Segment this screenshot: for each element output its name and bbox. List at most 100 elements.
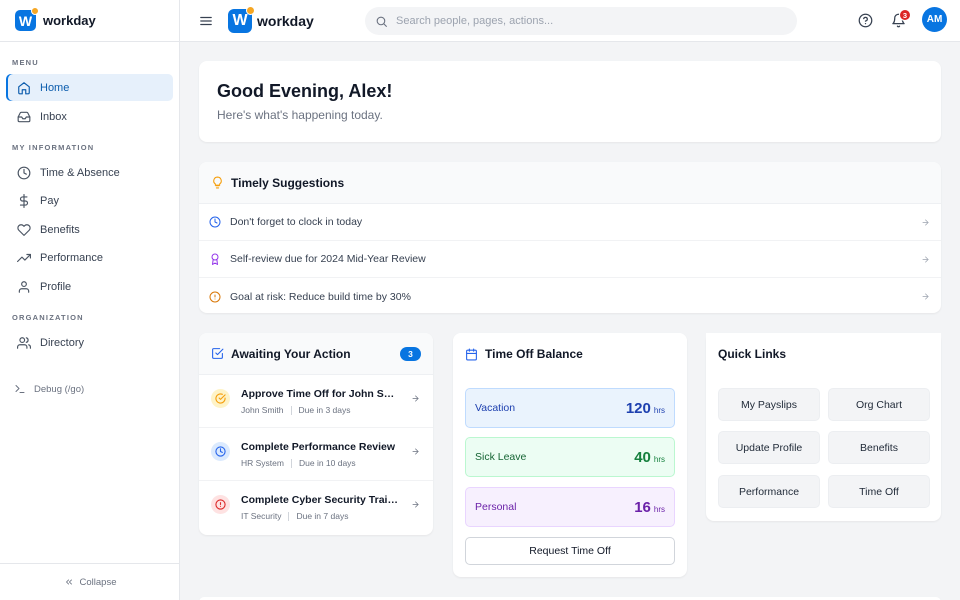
logo-letter: W bbox=[232, 12, 248, 29]
balance-value: 16 hrs bbox=[634, 499, 665, 516]
task-source: IT Security bbox=[241, 511, 282, 521]
balance-number: 40 bbox=[634, 449, 651, 466]
menu-icon[interactable] bbox=[199, 14, 213, 28]
balance-personal: Personal 16 hrs bbox=[465, 487, 675, 527]
suggestions-header: Timely Suggestions bbox=[199, 162, 941, 204]
clock-icon bbox=[17, 166, 31, 179]
inbox-icon bbox=[17, 111, 31, 122]
heart-icon bbox=[17, 223, 31, 236]
balance-number: 16 bbox=[634, 499, 651, 516]
user-icon bbox=[18, 280, 30, 293]
suggestion-item[interactable]: Don't forget to clock in today bbox=[199, 204, 941, 241]
task-item[interactable]: Complete Cyber Security Training IT Secu… bbox=[199, 481, 433, 534]
task-title: Complete Cyber Security Training bbox=[241, 494, 399, 506]
collapse-button[interactable]: Collapse bbox=[0, 563, 180, 600]
quick-link-my-payslips[interactable]: My Payslips bbox=[718, 388, 820, 421]
calendar-icon bbox=[466, 348, 477, 360]
welcome-card: Good Evening, Alex! Here's what's happen… bbox=[199, 61, 941, 142]
sidebar-item-benefits[interactable]: Benefits bbox=[6, 216, 173, 243]
dollar-icon bbox=[19, 193, 29, 208]
sidebar-item-performance[interactable]: Performance bbox=[6, 244, 173, 271]
section-menu: MENU bbox=[12, 58, 39, 67]
task-meta: IT Security Due in 7 days bbox=[241, 511, 348, 521]
quick-link-org-chart[interactable]: Org Chart bbox=[828, 388, 930, 421]
task-due: Due in 7 days bbox=[296, 511, 349, 521]
task-source: John Smith bbox=[241, 405, 284, 415]
search-input[interactable] bbox=[396, 15, 776, 27]
quick-link-update-profile[interactable]: Update Profile bbox=[718, 431, 820, 464]
sidebar-item-home[interactable]: Home bbox=[6, 74, 173, 101]
brand-name: workday bbox=[43, 13, 96, 28]
awaiting-header: Awaiting Your Action 3 bbox=[199, 333, 433, 375]
sidebar-item-directory[interactable]: Directory bbox=[6, 329, 173, 356]
sidebar-item-inbox[interactable]: Inbox bbox=[6, 103, 173, 130]
suggestion-text: Goal at risk: Reduce build time by 30% bbox=[230, 290, 411, 303]
balance-value: 120 hrs bbox=[626, 400, 665, 417]
help-icon[interactable] bbox=[858, 13, 873, 28]
quick-links-title: Quick Links bbox=[718, 347, 787, 361]
request-time-off-button[interactable]: Request Time Off bbox=[465, 537, 675, 565]
balance-label: Sick Leave bbox=[475, 451, 527, 463]
trending-up-icon bbox=[17, 253, 31, 262]
quick-link-time-off[interactable]: Time Off bbox=[828, 475, 930, 508]
sidebar-item-label: Profile bbox=[40, 280, 72, 293]
alert-circle-icon bbox=[215, 499, 226, 510]
workday-logo-icon: W bbox=[15, 7, 39, 31]
section-organization: ORGANIZATION bbox=[12, 313, 84, 322]
greeting: Good Evening, Alex! bbox=[217, 81, 393, 101]
awaiting-count-badge: 3 bbox=[400, 347, 421, 361]
clock-icon bbox=[209, 216, 221, 228]
task-due: Due in 3 days bbox=[298, 405, 351, 415]
sidebar-item-pay[interactable]: Pay bbox=[6, 187, 173, 214]
balance-label: Vacation bbox=[475, 402, 516, 414]
quick-link-performance[interactable]: Performance bbox=[718, 475, 820, 508]
task-meta: John Smith Due in 3 days bbox=[241, 405, 351, 415]
suggestion-text: Self-review due for 2024 Mid-Year Review bbox=[230, 253, 426, 265]
brand-name[interactable]: workday bbox=[257, 13, 314, 29]
arrow-right-icon bbox=[922, 293, 929, 300]
suggestion-item[interactable]: Goal at risk: Reduce build time by 30% bbox=[199, 278, 941, 313]
debug-link[interactable]: Debug (/go) bbox=[14, 383, 84, 395]
suggestion-item[interactable]: Self-review due for 2024 Mid-Year Review bbox=[199, 241, 941, 278]
sidebar-item-profile[interactable]: Profile bbox=[6, 273, 173, 300]
balance-vacation: Vacation 120 hrs bbox=[465, 388, 675, 428]
workday-logo-icon[interactable]: W bbox=[228, 6, 255, 33]
sidebar-brand[interactable]: W workday bbox=[0, 0, 179, 42]
sidebar-item-label: Directory bbox=[40, 336, 85, 349]
sidebar-item-label: Performance bbox=[40, 251, 103, 264]
awaiting-action-card: Awaiting Your Action 3 Approve Time Off … bbox=[199, 333, 433, 535]
avatar[interactable]: AM bbox=[922, 7, 947, 32]
task-item[interactable]: Complete Performance Review HR System Due… bbox=[199, 428, 433, 481]
check-circle-icon bbox=[215, 393, 226, 404]
task-title: Approve Time Off for John Smith bbox=[241, 388, 399, 400]
search-bar[interactable] bbox=[365, 7, 797, 35]
quick-link-benefits[interactable]: Benefits bbox=[828, 431, 930, 464]
task-icon-wrap bbox=[211, 389, 230, 408]
task-source: HR System bbox=[241, 458, 284, 468]
sidebar-item-time-absence[interactable]: Time & Absence bbox=[6, 159, 173, 186]
terminal-icon bbox=[15, 385, 25, 393]
task-item[interactable]: Approve Time Off for John Smith John Smi… bbox=[199, 375, 433, 428]
balance-number: 120 bbox=[625, 400, 651, 417]
suggestion-text: Don't forget to clock in today bbox=[230, 216, 363, 228]
task-due: Due in 10 days bbox=[298, 458, 356, 468]
check-square-icon bbox=[212, 348, 224, 359]
quick-links-card: Quick Links My Payslips Org Chart Update… bbox=[706, 333, 941, 521]
task-meta: HR System Due in 10 days bbox=[241, 458, 356, 468]
sidebar-item-label: Pay bbox=[40, 194, 59, 207]
time-off-title: Time Off Balance bbox=[485, 347, 583, 361]
time-off-balance-card: Time Off Balance Vacation 120 hrs Sick Le… bbox=[453, 333, 687, 577]
balance-unit: hrs bbox=[653, 406, 665, 415]
balance-unit: hrs bbox=[653, 505, 665, 514]
arrow-right-icon bbox=[412, 501, 419, 508]
search-icon bbox=[376, 16, 387, 27]
arrow-right-icon bbox=[922, 256, 929, 263]
award-icon bbox=[211, 253, 219, 265]
clock-icon bbox=[215, 446, 226, 457]
alert-circle-icon bbox=[209, 291, 221, 302]
task-icon-wrap bbox=[211, 442, 230, 461]
chevrons-left-icon bbox=[65, 579, 72, 585]
section-my-information: MY INFORMATION bbox=[12, 143, 95, 152]
debug-label: Debug (/go) bbox=[34, 383, 85, 395]
notification-badge: 3 bbox=[899, 9, 911, 21]
